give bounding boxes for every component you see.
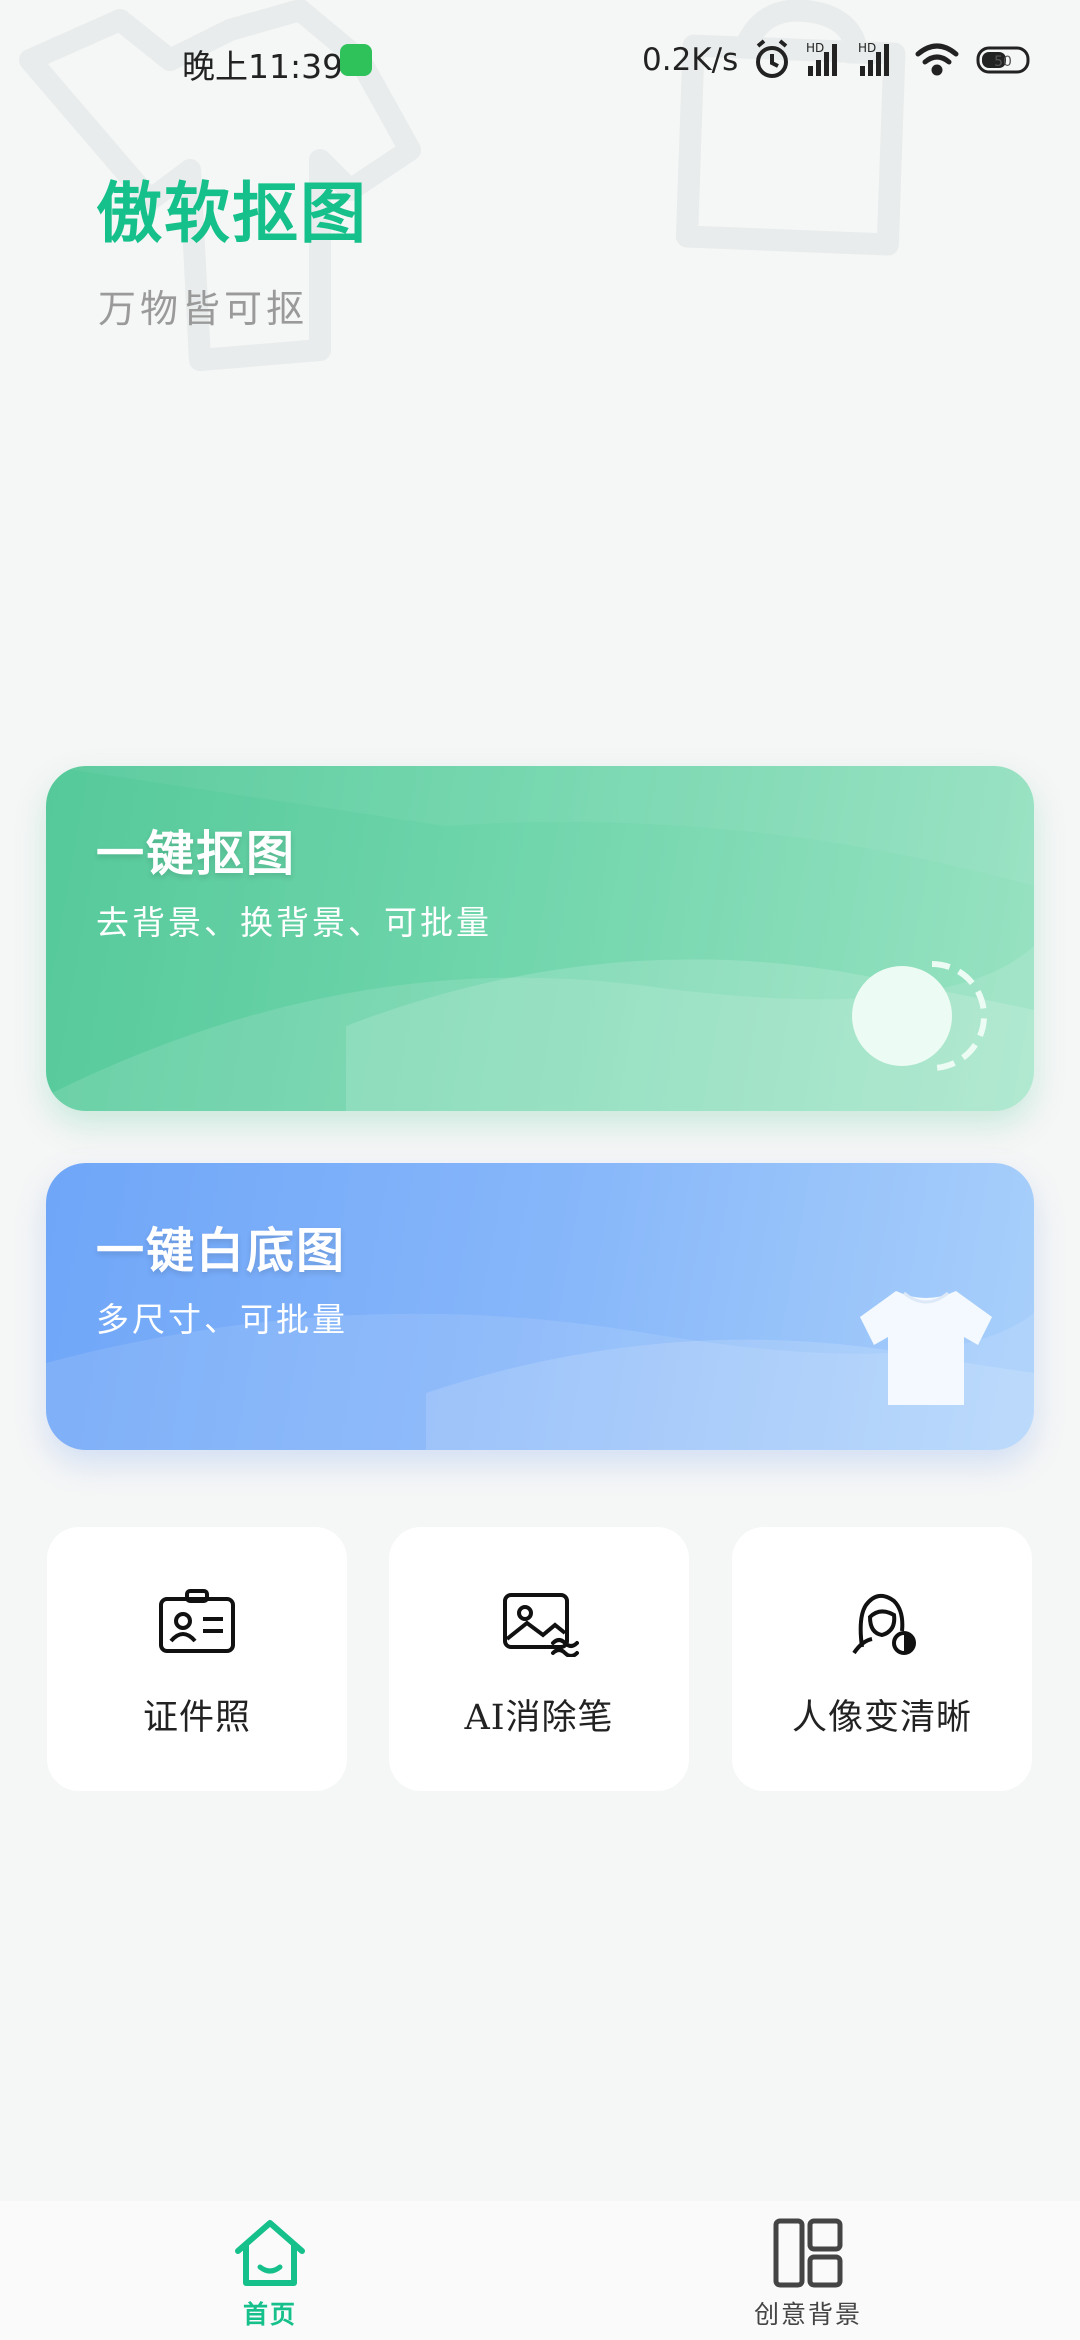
tile-label: 人像变清晰 xyxy=(791,1698,972,1738)
tile-label: 证件照 xyxy=(142,1698,251,1738)
home-icon xyxy=(235,2220,305,2286)
cutout-card-title: 一键抠图 xyxy=(96,826,297,882)
vpn-shield-icon xyxy=(340,44,372,76)
alarm-icon xyxy=(756,39,788,78)
ai-eraser-tile[interactable]: AI消除笔 xyxy=(389,1527,689,1791)
battery-icon: 50 xyxy=(976,46,1030,74)
image-eraser-icon xyxy=(503,1593,579,1657)
hd-signal-icon: HD xyxy=(858,41,889,76)
svg-text:HD: HD xyxy=(858,41,876,55)
svg-text:50: 50 xyxy=(994,54,1012,70)
app-title: 傲软抠图 xyxy=(96,174,368,252)
hd-signal-icon: HD xyxy=(806,41,837,76)
id-card-icon xyxy=(159,1589,235,1653)
id-photo-tile[interactable]: 证件照 xyxy=(47,1527,347,1791)
app-slogan: 万物皆可抠 xyxy=(98,287,309,331)
cutout-card[interactable]: 一键抠图 去背景、换背景、可批量 xyxy=(46,766,1034,1111)
status-icons: HD HD 50 xyxy=(756,39,1030,78)
network-speed: 0.2K/s xyxy=(642,42,739,78)
nav-creative-background[interactable]: 创意背景 xyxy=(708,2211,908,2331)
tile-label: AI消除笔 xyxy=(464,1698,614,1738)
white-bg-card-title: 一键白底图 xyxy=(96,1223,347,1279)
portrait-enhance-tile[interactable]: 人像变清晰 xyxy=(732,1527,1032,1791)
wifi-icon xyxy=(915,43,959,76)
status-bar: 晚上11:39 0.2K/s HD HD 50 xyxy=(0,30,1080,94)
nav-home[interactable]: 首页 xyxy=(170,2211,370,2331)
bottom-navigation: 首页 创意背景 xyxy=(0,2201,1080,2340)
portrait-enhance-icon xyxy=(852,1593,916,1655)
white-bg-card-subtitle: 多尺寸、可批量 xyxy=(96,1300,348,1339)
svg-text:HD: HD xyxy=(806,41,824,55)
home-screen: 晚上11:39 0.2K/s HD HD 50 傲软抠图 万物皆可抠 一键抠图 … xyxy=(0,0,1080,2340)
tshirt-icon xyxy=(860,1291,992,1405)
cutout-circle-icon xyxy=(852,961,987,1071)
nav-creative-background-label: 创意背景 xyxy=(753,2300,862,2329)
layout-icon xyxy=(773,2218,843,2288)
nav-home-label: 首页 xyxy=(242,2300,297,2329)
cutout-card-subtitle: 去背景、换背景、可批量 xyxy=(96,903,492,942)
white-background-card[interactable]: 一键白底图 多尺寸、可批量 xyxy=(46,1163,1034,1450)
status-time: 晚上11:39 xyxy=(182,47,344,86)
